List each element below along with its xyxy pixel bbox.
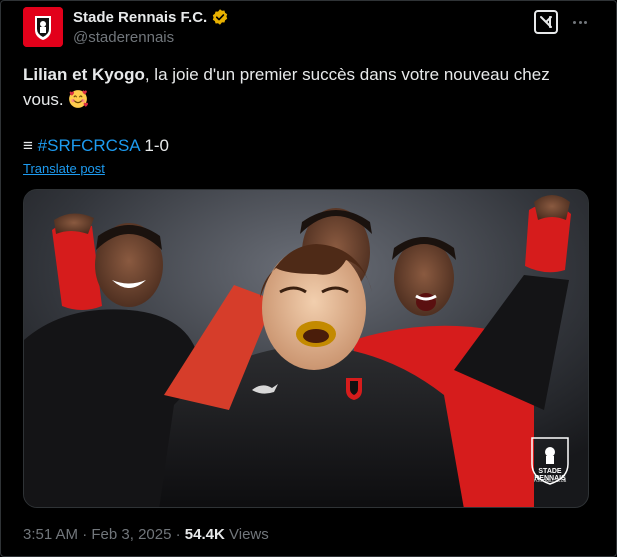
post-date[interactable]: Feb 3, 2025 [91,526,171,543]
score-value: 1-0 [144,136,169,155]
display-name-row[interactable]: Stade Rennais F.C. [73,8,229,26]
post-text-names: Lilian et Kyogo [23,65,145,84]
meta-separator: · [82,526,88,543]
score-line: ≡ #SRFCRCSA 1-0 [23,133,169,158]
more-options-button[interactable] [568,10,592,34]
post-text: Lilian et Kyogo, la joie d'un premier su… [23,62,583,112]
dot-icon [578,20,582,24]
account-handle[interactable]: @staderennais [73,29,174,46]
dot-icon [584,20,587,24]
views-label: Views [229,526,269,543]
post-meta: 3:51 AM · Feb 3, 2025 · 54.4K Views [23,526,269,543]
smiling-face-with-hearts-icon [69,90,89,108]
meta-separator: · [175,526,181,543]
crest-subtext: FOOTBALL CLUB [533,478,567,483]
grok-button[interactable] [532,8,560,36]
verified-badge-icon [213,9,228,25]
celebration-photo [24,190,588,507]
translate-post-link[interactable]: Translate post [23,161,105,176]
score-prefix: ≡ [23,136,33,155]
hashtag-link[interactable]: #SRFCRCSA [38,136,140,155]
display-name[interactable]: Stade Rennais F.C. [73,9,207,26]
views-count: 54.4K [184,526,225,543]
club-logo-icon [23,7,63,47]
post-photo[interactable]: STADE RENNAIS FOOTBALL CLUB [23,189,589,508]
post-time[interactable]: 3:51 AM [23,526,78,543]
avatar[interactable] [23,7,63,47]
grok-icon [534,10,558,34]
dot-icon [573,20,576,24]
